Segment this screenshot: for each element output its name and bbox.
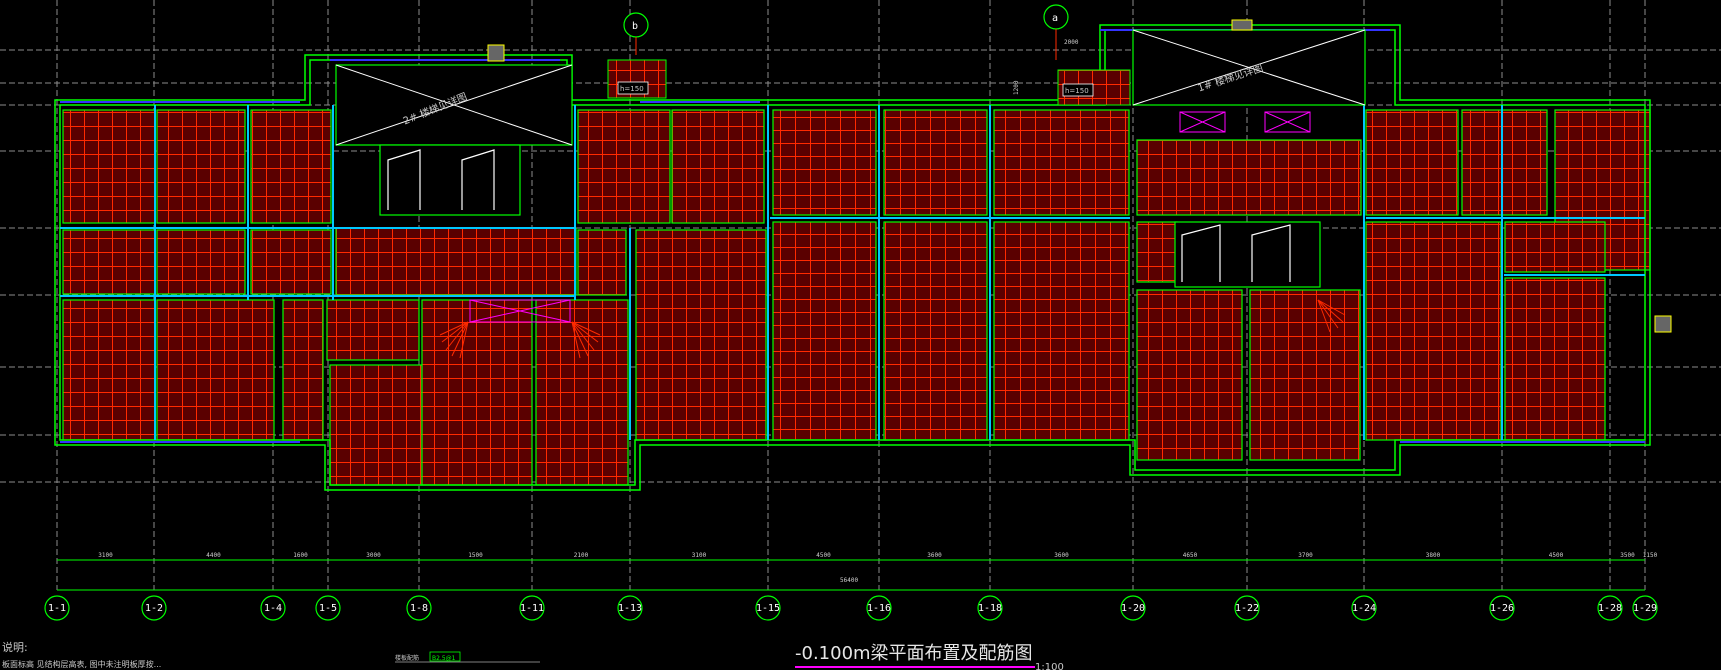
axis-label-1-20: 1-20 xyxy=(1121,603,1145,614)
axis-label-1-13: 1-13 xyxy=(618,603,642,614)
total-dimension: 56400 xyxy=(840,577,858,584)
span-dimension: 3100 xyxy=(98,552,113,559)
drawing-notes: 说明: 板面标高 见结构层高表, 图中未注明板厚按... 楼板配筋 B2.5@1 xyxy=(2,640,540,669)
span-dimension: 3100 xyxy=(692,552,707,559)
span-dimension: 1600 xyxy=(293,552,308,559)
h-label-right: h=150 xyxy=(1065,87,1089,95)
notes-line: 板面标高 见结构层高表, 图中未注明板厚按... xyxy=(2,659,161,669)
slab-panels xyxy=(62,109,1651,486)
drawing-title-block: -0.100m梁平面布置及配筋图 1:100 xyxy=(795,643,1064,670)
axis-label-1-1: 1-1 xyxy=(48,603,66,614)
drawing-title: -0.100m梁平面布置及配筋图 xyxy=(795,643,1033,664)
span-dimension: 4650 xyxy=(1183,552,1198,559)
span-dimension: 1500 xyxy=(468,552,483,559)
span-dimension: 3800 xyxy=(1426,552,1441,559)
axis-label-1-11: 1-11 xyxy=(520,603,544,614)
dim-1200: 1200 xyxy=(1013,80,1020,95)
axis-label-1-22: 1-22 xyxy=(1235,603,1259,614)
span-dimension: 3000 xyxy=(366,552,381,559)
drawing-scale: 1:100 xyxy=(1035,662,1064,670)
h-label-left: h=150 xyxy=(620,85,644,93)
axis-label-1-18: 1-18 xyxy=(978,603,1002,614)
slab-thickness-tags: h=150 h=150 2000 1200 xyxy=(607,39,1131,106)
stair-2: 2# 楼梯见详图 xyxy=(335,64,573,216)
axis-bubble-row: 1-1 1-2 1-4 1-5 1-8 1-11 1-13 1-15 1-16 1-18 1-20 1… xyxy=(44,595,1658,621)
legend-value: B2.5@1 xyxy=(432,655,456,662)
axis-label-1-4: 1-4 xyxy=(264,603,282,614)
span-dimension: 3600 xyxy=(1054,552,1069,559)
legend-label: 楼板配筋 xyxy=(395,654,419,662)
axis-label-1-2: 1-2 xyxy=(145,603,163,614)
axis-label-1-5: 1-5 xyxy=(319,603,337,614)
axis-label-1-26: 1-26 xyxy=(1490,603,1514,614)
dimension-chain: 3100 4400 1600 3000 1500 2100 3100 4500 3600 3600… xyxy=(57,552,1658,591)
bubble-b: b xyxy=(632,21,638,32)
bubble-a: a xyxy=(1052,13,1058,24)
span-dimension: 3500 xyxy=(1620,552,1635,559)
span-dimension: 4500 xyxy=(816,552,831,559)
axis-label-1-28: 1-28 xyxy=(1598,603,1622,614)
span-dimension: 3600 xyxy=(927,552,942,559)
span-dimension: 4400 xyxy=(206,552,221,559)
cad-drawing-canvas[interactable]: 2# 楼梯见详图 1# 楼梯见详图 h=150 h=150 2000 1200 … xyxy=(0,0,1721,670)
span-dimension: 2100 xyxy=(574,552,589,559)
notes-heading: 说明: xyxy=(2,640,28,654)
span-dimension: 4500 xyxy=(1549,552,1564,559)
axis-label-1-15: 1-15 xyxy=(756,603,780,614)
axis-label-1-29: 1-29 xyxy=(1633,603,1657,614)
axis-label-1-16: 1-16 xyxy=(867,603,891,614)
axis-label-1-8: 1-8 xyxy=(410,603,428,614)
span-dimension: 3700 xyxy=(1298,552,1313,559)
dim-2000: 2000 xyxy=(1064,39,1079,46)
span-dimension: 1150 xyxy=(1643,552,1658,559)
axis-label-1-24: 1-24 xyxy=(1352,603,1376,614)
